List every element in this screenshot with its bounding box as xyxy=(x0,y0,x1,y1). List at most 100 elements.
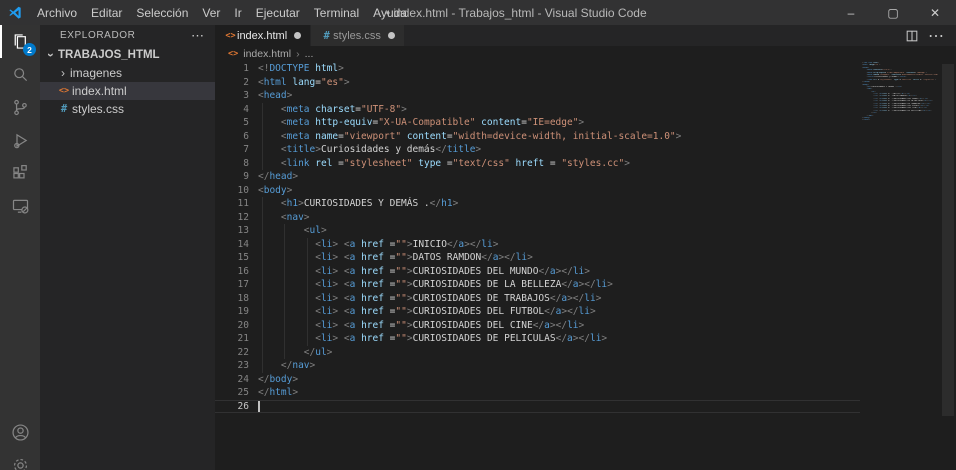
tab-index-html[interactable]: <>index.html xyxy=(215,25,311,46)
menu-item-ver[interactable]: Ver xyxy=(195,0,227,25)
tab-styles-css[interactable]: #styles.css xyxy=(311,25,405,46)
line-number[interactable]: 17 xyxy=(215,278,258,292)
code-line-12[interactable]: 12 <nav> xyxy=(215,211,956,225)
code-line-7[interactable]: 7 <title>Curiosidades y demás</title> xyxy=(215,143,956,157)
folder-root-trabajos-html[interactable]: › TRABAJOS_HTML xyxy=(40,46,215,64)
line-number[interactable]: 9 xyxy=(215,170,258,184)
line-number[interactable]: 15 xyxy=(215,251,258,265)
code-line-22[interactable]: 22 </ul> xyxy=(215,346,956,360)
code-line-5[interactable]: 5 <meta http-equiv="X-UA-Compatible" con… xyxy=(215,116,956,130)
code-line-1[interactable]: 1<!DOCTYPE html> xyxy=(215,62,956,76)
code-line-13[interactable]: 13 <ul> xyxy=(215,224,956,238)
window-title: • index.html - Trabajos_html - Visual St… xyxy=(386,6,647,20)
menu-item-ir[interactable]: Ir xyxy=(227,0,248,25)
code-line-3[interactable]: 3<head> xyxy=(215,89,956,103)
account-icon xyxy=(10,422,31,443)
activity-bar-explorer[interactable]: 2 xyxy=(0,25,40,58)
code-content: 1<!DOCTYPE html>2<html lang="es">3<head>… xyxy=(215,62,956,413)
activity-bar-extensions[interactable] xyxy=(0,157,40,190)
menu-item-terminal[interactable]: Terminal xyxy=(307,0,366,25)
activity-bar-bottom xyxy=(0,416,40,470)
activity-bar-settings[interactable] xyxy=(0,449,40,470)
menu-item-editar[interactable]: Editar xyxy=(84,0,129,25)
line-number[interactable]: 20 xyxy=(215,319,258,333)
line-number[interactable]: 11 xyxy=(215,197,258,211)
code-line-2[interactable]: 2<html lang="es"> xyxy=(215,76,956,90)
code-line-10[interactable]: 10<body> xyxy=(215,184,956,198)
line-number[interactable]: 14 xyxy=(215,238,258,252)
minimap[interactable]: <!DOCTYPE html><html lang="es"><head> <m… xyxy=(862,62,938,124)
vscode-window: ArchivoEditarSelecciónVerIrEjecutarTermi… xyxy=(0,0,956,470)
modified-dot-icon[interactable] xyxy=(294,32,301,39)
code-line-21[interactable]: 21 <li> <a href ="">CURIOSIDADES DE PELI… xyxy=(215,332,956,346)
explorer-sidebar: EXPLORADOR ⋯ › TRABAJOS_HTML ›imagenes<>… xyxy=(40,25,215,470)
html-file-icon: <> xyxy=(228,49,238,59)
line-number[interactable]: 16 xyxy=(215,265,258,279)
code-line-6[interactable]: 6 <meta name="viewport" content="width=d… xyxy=(215,130,956,144)
line-number[interactable]: 24 xyxy=(215,373,258,387)
line-number[interactable]: 5 xyxy=(215,116,258,130)
menu-item-selecci-n[interactable]: Selección xyxy=(129,0,195,25)
code-line-9[interactable]: 9</head> xyxy=(215,170,956,184)
breadcrumb-more[interactable]: ... xyxy=(305,48,314,60)
vertical-scrollbar[interactable] xyxy=(942,64,954,416)
sidebar-item-styles-css[interactable]: #styles.css xyxy=(40,100,215,118)
more-actions-icon[interactable]: ⋯ xyxy=(928,26,944,46)
chevron-right-icon: › xyxy=(56,66,70,80)
maximize-button[interactable]: ▢ xyxy=(872,0,914,25)
line-number[interactable]: 23 xyxy=(215,359,258,373)
code-line-23[interactable]: 23 </nav> xyxy=(215,359,956,373)
line-number[interactable]: 8 xyxy=(215,157,258,171)
code-line-20[interactable]: 20 <li> <a href ="">CURIOSIDADES DEL CIN… xyxy=(215,319,956,333)
menu-item-ejecutar[interactable]: Ejecutar xyxy=(249,0,307,25)
line-number[interactable]: 12 xyxy=(215,211,258,225)
activity-bar-run-debug[interactable] xyxy=(0,124,40,157)
chevron-right-icon: › xyxy=(296,48,300,60)
line-number[interactable]: 3 xyxy=(215,89,258,103)
line-number[interactable]: 13 xyxy=(215,224,258,238)
line-number[interactable]: 25 xyxy=(215,386,258,400)
breadcrumb-file[interactable]: index.html xyxy=(243,48,291,60)
line-number[interactable]: 4 xyxy=(215,103,258,117)
code-editor[interactable]: 1<!DOCTYPE html>2<html lang="es">3<head>… xyxy=(215,62,956,470)
line-number[interactable]: 19 xyxy=(215,305,258,319)
modified-dot-icon[interactable] xyxy=(388,32,395,39)
activity-bar-search[interactable] xyxy=(0,58,40,91)
code-line-14[interactable]: 14 <li> <a href ="">INICIO</a></li> xyxy=(215,238,956,252)
code-line-4[interactable]: 4 <meta charset="UTF-8"> xyxy=(215,103,956,117)
more-actions-icon[interactable]: ⋯ xyxy=(191,28,205,44)
code-line-24[interactable]: 24</body> xyxy=(215,373,956,387)
tab-label: styles.css xyxy=(333,30,381,42)
file-label: imagenes xyxy=(70,66,122,80)
activity-bar: 2 xyxy=(0,25,40,470)
line-number[interactable]: 1 xyxy=(215,62,258,76)
code-line-8[interactable]: 8 <link rel ="stylesheet" type ="text/cs… xyxy=(215,157,956,171)
code-line-16[interactable]: 16 <li> <a href ="">CURIOSIDADES DEL MUN… xyxy=(215,265,956,279)
code-line-18[interactable]: 18 <li> <a href ="">CURIOSIDADES DE TRAB… xyxy=(215,292,956,306)
code-line-11[interactable]: 11 <h1>CURIOSIDADES Y DEMÁS .</h1> xyxy=(215,197,956,211)
code-line-15[interactable]: 15 <li> <a href ="">DATOS RAMDON</a></li… xyxy=(215,251,956,265)
line-number[interactable]: 2 xyxy=(215,76,258,90)
minimize-button[interactable]: – xyxy=(830,0,872,25)
code-line-17[interactable]: 17 <li> <a href ="">CURIOSIDADES DE LA B… xyxy=(215,278,956,292)
sidebar-item-imagenes[interactable]: ›imagenes xyxy=(40,64,215,82)
window-controls: – ▢ ✕ xyxy=(830,0,956,25)
line-number[interactable]: 7 xyxy=(215,143,258,157)
code-line-19[interactable]: 19 <li> <a href ="">CURIOSIDADES DEL FUT… xyxy=(215,305,956,319)
activity-bar-account[interactable] xyxy=(0,416,40,449)
line-number[interactable]: 21 xyxy=(215,332,258,346)
split-editor-icon[interactable] xyxy=(905,29,919,43)
close-button[interactable]: ✕ xyxy=(914,0,956,25)
breadcrumb: <> index.html › ... xyxy=(215,46,956,62)
menu-item-archivo[interactable]: Archivo xyxy=(30,0,84,25)
activity-bar-remote-explorer[interactable] xyxy=(0,190,40,223)
vscode-logo-icon xyxy=(0,0,30,25)
line-number[interactable]: 18 xyxy=(215,292,258,306)
line-number[interactable]: 6 xyxy=(215,130,258,144)
run-debug-icon xyxy=(10,130,31,151)
line-number[interactable]: 10 xyxy=(215,184,258,198)
activity-bar-source-control[interactable] xyxy=(0,91,40,124)
line-number[interactable]: 22 xyxy=(215,346,258,360)
code-line-25[interactable]: 25</html> xyxy=(215,386,956,400)
sidebar-item-index-html[interactable]: <>index.html xyxy=(40,82,215,100)
